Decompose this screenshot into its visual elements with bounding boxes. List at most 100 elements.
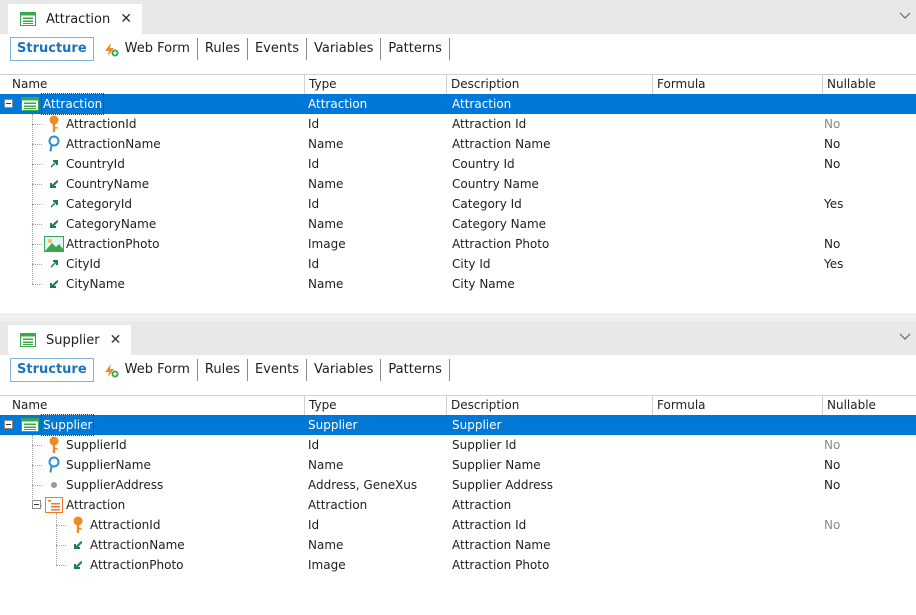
cell-name[interactable]: AttractionId (90, 515, 160, 535)
cell-type[interactable]: Supplier (308, 415, 357, 435)
tab-variables[interactable]: Variables (307, 359, 382, 381)
cell-nullable[interactable]: Yes (824, 194, 843, 214)
cell-description[interactable]: Attraction Photo (452, 555, 549, 575)
table-row[interactable]: CityName Name City Name (0, 274, 916, 294)
cell-description[interactable]: Supplier Address (452, 475, 553, 495)
table-row[interactable]: CityId Id City Id Yes (0, 254, 916, 274)
cell-description[interactable]: Attraction Name (452, 535, 551, 555)
tab-events[interactable]: Events (248, 38, 307, 60)
cell-type[interactable]: Id (308, 435, 319, 455)
close-icon[interactable]: ✕ (120, 11, 132, 27)
cell-type[interactable]: Id (308, 114, 319, 134)
cell-nullable[interactable]: No (824, 114, 840, 134)
table-row[interactable]: AttractionId Id Attraction Id No (0, 515, 916, 535)
cell-type[interactable]: Attraction (308, 94, 367, 114)
cell-type[interactable]: Attraction (308, 495, 367, 515)
cell-description[interactable]: Attraction (452, 495, 511, 515)
cell-name[interactable]: CountryName (66, 174, 149, 194)
cell-description[interactable]: Category Name (452, 214, 546, 234)
tab-structure[interactable]: Structure (10, 37, 94, 61)
cell-name[interactable]: AttractionName (66, 134, 161, 154)
column-header-description[interactable]: Description (446, 396, 652, 415)
tab-rules[interactable]: Rules (198, 38, 248, 60)
table-row[interactable]: CountryName Name Country Name (0, 174, 916, 194)
cell-type[interactable]: Image (308, 234, 346, 254)
attraction-document-tab[interactable]: Attraction ✕ (8, 4, 142, 34)
collapse-toggle-icon[interactable] (32, 500, 41, 509)
cell-type[interactable]: Name (308, 134, 343, 154)
column-header-formula[interactable]: Formula (652, 396, 822, 415)
column-header-description[interactable]: Description (446, 75, 652, 94)
cell-name[interactable]: SupplierName (66, 455, 151, 475)
cell-nullable[interactable]: No (824, 475, 840, 495)
cell-nullable[interactable]: Yes (824, 254, 843, 274)
cell-type[interactable]: Name (308, 535, 343, 555)
table-row[interactable]: AttractionName Name Attraction Name No (0, 134, 916, 154)
collapse-toggle-icon[interactable] (4, 99, 13, 108)
cell-nullable[interactable]: No (824, 134, 840, 154)
table-row[interactable]: CategoryId Id Category Id Yes (0, 194, 916, 214)
tab-structure[interactable]: Structure (10, 358, 94, 382)
close-icon[interactable]: ✕ (110, 332, 122, 348)
cell-description[interactable]: Attraction (452, 94, 511, 114)
tab-web-form[interactable]: Web Form (96, 38, 198, 60)
column-header-nullable[interactable]: Nullable (822, 396, 916, 415)
column-header-formula[interactable]: Formula (652, 75, 822, 94)
cell-name[interactable]: AttractionName (90, 535, 185, 555)
table-row[interactable]: SupplierName Name Supplier Name No (0, 455, 916, 475)
cell-description[interactable]: Supplier (452, 415, 501, 435)
chevron-down-icon[interactable] (898, 8, 912, 22)
table-row[interactable]: CategoryName Name Category Name (0, 214, 916, 234)
cell-type[interactable]: Name (308, 174, 343, 194)
table-row[interactable]: AttractionPhoto Image Attraction Photo No (0, 234, 916, 254)
cell-name[interactable]: CountryId (66, 154, 125, 174)
cell-nullable[interactable]: No (824, 455, 840, 475)
tab-events[interactable]: Events (248, 359, 307, 381)
cell-type[interactable]: Name (308, 455, 343, 475)
cell-description[interactable]: City Name (452, 274, 515, 294)
cell-type[interactable]: Image (308, 555, 346, 575)
cell-name[interactable]: Supplier (40, 414, 95, 436)
table-row[interactable]: Attraction Attraction Attraction (0, 93, 916, 115)
cell-type[interactable]: Id (308, 515, 319, 535)
cell-name[interactable]: Attraction (66, 495, 125, 515)
tab-patterns[interactable]: Patterns (381, 359, 450, 381)
column-header-type[interactable]: Type (304, 396, 446, 415)
cell-type[interactable]: Name (308, 274, 343, 294)
tab-variables[interactable]: Variables (307, 38, 382, 60)
cell-description[interactable]: Supplier Name (452, 455, 541, 475)
cell-description[interactable]: Country Id (452, 154, 515, 174)
cell-name[interactable]: Attraction (40, 93, 105, 115)
cell-description[interactable]: City Id (452, 254, 491, 274)
table-row[interactable]: Supplier Supplier Supplier (0, 414, 916, 436)
cell-name[interactable]: AttractionId (66, 114, 136, 134)
cell-description[interactable]: Attraction Photo (452, 234, 549, 254)
tab-web-form[interactable]: Web Form (96, 359, 198, 381)
cell-type[interactable]: Id (308, 254, 319, 274)
column-header-nullable[interactable]: Nullable (822, 75, 916, 94)
cell-name[interactable]: AttractionPhoto (66, 234, 160, 254)
cell-type[interactable]: Id (308, 194, 319, 214)
cell-description[interactable]: Attraction Name (452, 134, 551, 154)
column-header-name[interactable]: Name (8, 396, 304, 415)
cell-type[interactable]: Address, GeneXus (308, 475, 417, 495)
cell-description[interactable]: Country Name (452, 174, 539, 194)
supplier-document-tab[interactable]: Supplier ✕ (8, 325, 132, 355)
cell-description[interactable]: Category Id (452, 194, 522, 214)
cell-type[interactable]: Id (308, 154, 319, 174)
cell-name[interactable]: CityId (66, 254, 101, 274)
table-row[interactable]: Attraction Attraction Attraction (0, 495, 916, 515)
column-header-name[interactable]: Name (8, 75, 304, 94)
cell-description[interactable]: Attraction Id (452, 515, 526, 535)
table-row[interactable]: SupplierAddress Address, GeneXus Supplier … (0, 475, 916, 495)
collapse-toggle-icon[interactable] (4, 420, 13, 429)
tab-patterns[interactable]: Patterns (381, 38, 450, 60)
table-row[interactable]: AttractionId Id Attraction Id No (0, 114, 916, 134)
cell-nullable[interactable]: No (824, 515, 840, 535)
tab-rules[interactable]: Rules (198, 359, 248, 381)
table-row[interactable]: AttractionPhoto Image Attraction Photo (0, 555, 916, 575)
cell-name[interactable]: SupplierId (66, 435, 127, 455)
cell-name[interactable]: CategoryName (66, 214, 156, 234)
cell-name[interactable]: AttractionPhoto (90, 555, 184, 575)
cell-nullable[interactable]: No (824, 154, 840, 174)
